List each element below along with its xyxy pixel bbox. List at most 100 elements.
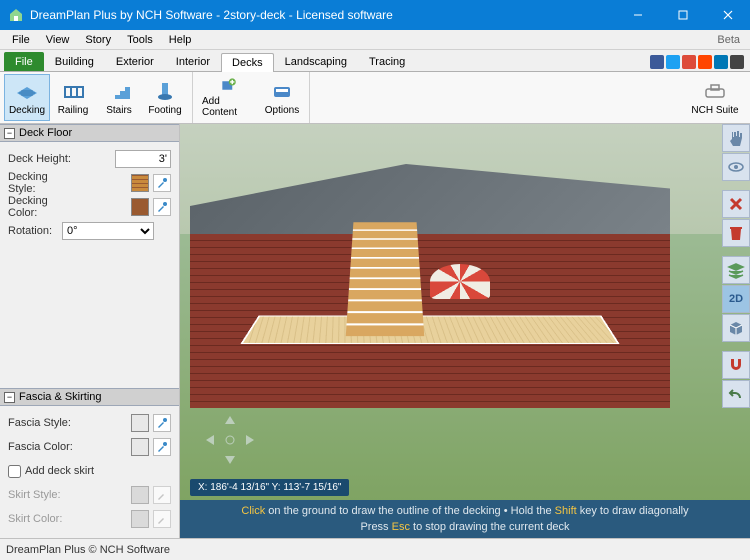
ribbon-footing[interactable]: Footing — [142, 74, 188, 121]
tab-tracing[interactable]: Tracing — [358, 52, 416, 71]
add-deck-skirt-checkbox[interactable] — [8, 465, 21, 478]
social-icons — [650, 55, 750, 71]
trash-icon — [727, 224, 745, 242]
ribbon: Decking Railing Stairs Footing Add Conte… — [0, 72, 750, 124]
linkedin-icon[interactable] — [714, 55, 728, 69]
collapse-icon[interactable]: − — [4, 392, 15, 403]
trash-tool[interactable] — [722, 219, 750, 247]
tab-landscaping[interactable]: Landscaping — [274, 52, 358, 71]
nav-wheel[interactable] — [200, 410, 260, 470]
eyedropper-icon — [156, 441, 168, 453]
close-button[interactable] — [705, 0, 750, 30]
tab-file[interactable]: File — [4, 52, 44, 71]
fascia-color-swatch[interactable] — [131, 438, 149, 456]
skirt-color-picker — [153, 510, 171, 528]
tab-decks[interactable]: Decks — [221, 53, 274, 72]
ribbon-options-label: Options — [265, 105, 299, 116]
decking-style-swatch[interactable] — [131, 174, 149, 192]
hand-icon — [727, 129, 745, 147]
share-icon[interactable] — [730, 55, 744, 69]
collapse-icon[interactable]: − — [4, 128, 15, 139]
ribbon-stairs[interactable]: Stairs — [96, 74, 142, 121]
railing-icon — [61, 79, 85, 103]
deck-height-label: Deck Height: — [8, 153, 78, 165]
fascia-style-picker[interactable] — [153, 414, 171, 432]
skirt-style-label: Skirt Style: — [8, 489, 78, 501]
tab-exterior[interactable]: Exterior — [105, 52, 165, 71]
menubar: File View Story Tools Help Beta — [0, 30, 750, 50]
menu-story[interactable]: Story — [77, 32, 119, 48]
eyedropper-icon — [156, 417, 168, 429]
skirt-color-swatch — [131, 510, 149, 528]
ribbon-add-content[interactable]: Add Content — [197, 74, 259, 121]
facebook-icon[interactable] — [650, 55, 664, 69]
right-toolbar: 2D — [722, 124, 750, 500]
rotation-select[interactable]: 0° — [62, 222, 154, 240]
stairs-icon — [107, 79, 131, 103]
layers-icon — [727, 261, 745, 279]
skirt-color-label: Skirt Color: — [8, 513, 78, 525]
ribbon-group-deck: Decking Railing Stairs Footing — [0, 72, 193, 123]
skirt-style-swatch — [131, 486, 149, 504]
main-area: − Deck Floor Deck Height: Decking Style:… — [0, 124, 750, 538]
pan-tool[interactable] — [722, 124, 750, 152]
titlebar: DreamPlan Plus by NCH Software - 2story-… — [0, 0, 750, 30]
maximize-button[interactable] — [660, 0, 705, 30]
ribbon-decking[interactable]: Decking — [4, 74, 50, 121]
delete-tool[interactable] — [722, 190, 750, 218]
x-icon — [727, 195, 745, 213]
eyedropper-icon — [156, 201, 168, 213]
reddit-icon[interactable] — [698, 55, 712, 69]
snap-tool[interactable] — [722, 351, 750, 379]
options-icon — [270, 79, 294, 103]
level-tool[interactable] — [722, 256, 750, 284]
menu-help[interactable]: Help — [161, 32, 200, 48]
ribbon-stairs-label: Stairs — [106, 105, 132, 116]
fascia-color-picker[interactable] — [153, 438, 171, 456]
panel-deck-floor-header[interactable]: − Deck Floor — [0, 124, 179, 142]
2d-view-tool[interactable]: 2D — [722, 285, 750, 313]
footing-icon — [153, 79, 177, 103]
menu-tools[interactable]: Tools — [119, 32, 161, 48]
eyedropper-icon — [156, 513, 168, 525]
ribbon-group-suite: NCH Suite — [680, 72, 750, 123]
menu-view[interactable]: View — [38, 32, 78, 48]
add-deck-skirt-label: Add deck skirt — [25, 465, 94, 477]
decking-style-picker[interactable] — [153, 174, 171, 192]
ribbon-nch-suite[interactable]: NCH Suite — [684, 74, 746, 121]
ribbon-suite-label: NCH Suite — [691, 105, 738, 116]
decking-color-swatch[interactable] — [131, 198, 149, 216]
ribbon-railing[interactable]: Railing — [50, 74, 96, 121]
3d-viewport[interactable]: X: 186'-4 13/16" Y: 113'-7 15/16" Click … — [180, 124, 750, 538]
decking-style-label: Decking Style: — [8, 171, 78, 195]
decking-color-label: Decking Color: — [8, 195, 78, 219]
undo-tool[interactable] — [722, 380, 750, 408]
panel-fascia-title: Fascia & Skirting — [19, 391, 102, 403]
deck-height-input[interactable] — [115, 150, 171, 168]
ribbon-options[interactable]: Options — [259, 74, 305, 121]
orbit-tool[interactable] — [722, 153, 750, 181]
tab-building[interactable]: Building — [44, 52, 105, 71]
properties-sidebar: − Deck Floor Deck Height: Decking Style:… — [0, 124, 180, 538]
panel-fascia-header[interactable]: − Fascia & Skirting — [0, 388, 179, 406]
rotation-label: Rotation: — [8, 225, 58, 237]
coordinates-display: X: 186'-4 13/16" Y: 113'-7 15/16" — [190, 479, 349, 496]
ribbon-footing-label: Footing — [148, 105, 181, 116]
decking-color-picker[interactable] — [153, 198, 171, 216]
fascia-style-swatch[interactable] — [131, 414, 149, 432]
menu-file[interactable]: File — [4, 32, 38, 48]
eyedropper-icon — [156, 177, 168, 189]
3d-view-tool[interactable] — [722, 314, 750, 342]
twitter-icon[interactable] — [666, 55, 680, 69]
2d-icon: 2D — [729, 293, 743, 305]
orbit-icon — [727, 158, 745, 176]
skirt-style-picker — [153, 486, 171, 504]
tab-interior[interactable]: Interior — [165, 52, 221, 71]
gplus-icon[interactable] — [682, 55, 696, 69]
minimize-button[interactable] — [615, 0, 660, 30]
eyedropper-icon — [156, 489, 168, 501]
panel-deck-floor-body: Deck Height: Decking Style: Decking Colo… — [0, 142, 179, 250]
magnet-icon — [727, 356, 745, 374]
ribbon-decking-label: Decking — [9, 105, 45, 116]
cube-icon — [727, 319, 745, 337]
